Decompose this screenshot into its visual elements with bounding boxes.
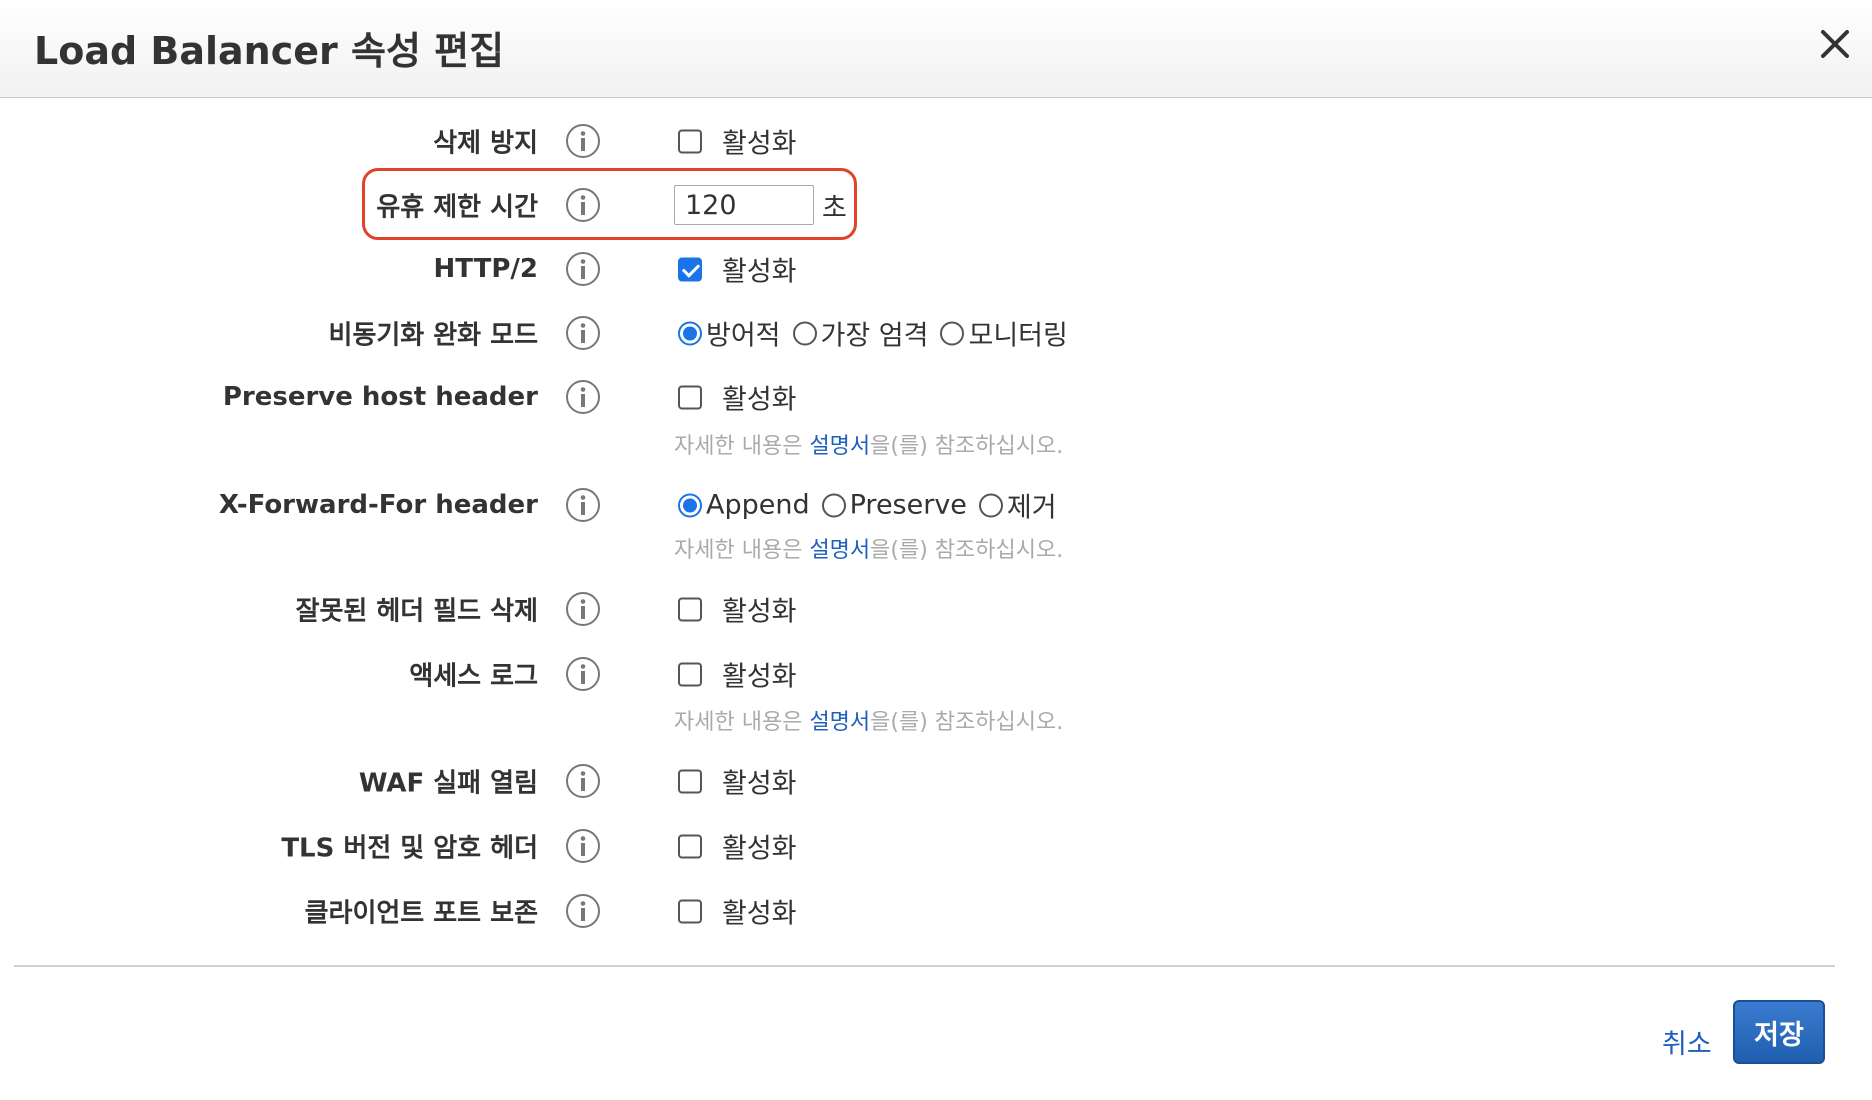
access-logs-checkbox[interactable] (678, 662, 702, 686)
idle-timeout-highlight (362, 168, 857, 240)
deletion-protection-label: 삭제 방지 (433, 128, 538, 159)
info-icon[interactable] (565, 123, 601, 159)
client-port-label: 클라이언트 포트 보존 (304, 898, 538, 929)
access-logs-hint: 자세한 내용은 설명서을(를) 참조하십시오. (674, 704, 1063, 736)
http2-checkbox[interactable] (678, 257, 702, 281)
client-port-checkbox[interactable] (678, 899, 702, 923)
radio-button[interactable] (792, 321, 817, 345)
radio-label: 모니터링 (968, 320, 1068, 352)
preserve-host-header-row: Preserve host header 활성화 (0, 372, 1872, 422)
client-port-control: 활성화 (678, 892, 797, 931)
waf-fail-open-checkbox[interactable] (678, 769, 702, 793)
radio-button[interactable] (678, 321, 702, 345)
access-logs-row: 액세스 로그 활성화 (0, 649, 1872, 699)
info-icon[interactable] (565, 763, 601, 799)
http2-option: 활성화 (722, 256, 797, 288)
radio-label: 제거 (1006, 492, 1057, 524)
info-icon[interactable] (565, 656, 601, 692)
desync-option-monitor[interactable]: 모니터링 (940, 314, 1068, 353)
xff-option-preserve[interactable]: Preserve (821, 489, 967, 521)
http2-control: 활성화 (678, 250, 797, 289)
dialog-header: Load Balancer 속성 편집 (0, 0, 1872, 98)
tls-headers-row: TLS 버전 및 암호 헤더 활성화 (0, 821, 1872, 871)
drop-invalid-headers-label: 잘못된 헤더 필드 삭제 (295, 596, 538, 627)
info-icon[interactable] (565, 893, 601, 929)
radio-label: Preserve (849, 489, 967, 521)
xff-header-hint: 자세한 내용은 설명서을(를) 참조하십시오. (674, 532, 1063, 564)
access-logs-control: 활성화 (678, 655, 797, 694)
desync-mitigation-label: 비동기화 완화 모드 (328, 320, 538, 351)
desync-option-strictest[interactable]: 가장 엄격 (792, 314, 929, 353)
idle-timeout-row: 유휴 제한 시간 초 (0, 180, 1872, 230)
cancel-button[interactable]: 취소 (1662, 1022, 1712, 1061)
desync-option-defensive[interactable]: 방어적 (678, 314, 781, 353)
radio-button[interactable] (821, 493, 846, 517)
tls-headers-option: 활성화 (722, 833, 797, 865)
tls-headers-label: TLS 버전 및 암호 헤더 (281, 833, 538, 864)
info-icon[interactable] (565, 828, 601, 864)
waf-fail-open-option: 활성화 (722, 768, 797, 800)
deletion-protection-option: 활성화 (722, 128, 797, 160)
deletion-protection-control: 활성화 (678, 122, 797, 161)
xff-header-control: Append Preserve 제거 (678, 486, 1069, 525)
desync-mitigation-row: 비동기화 완화 모드 방어적 가장 엄격 모니터링 (0, 308, 1872, 358)
hint-suffix: 을(를) 참조하십시오. (870, 538, 1064, 563)
docs-link[interactable]: 설명서 (809, 710, 870, 735)
http2-row: HTTP/2 활성화 (0, 244, 1872, 294)
docs-link[interactable]: 설명서 (809, 538, 870, 563)
drop-invalid-headers-control: 활성화 (678, 590, 797, 629)
preserve-host-header-option: 활성화 (722, 384, 797, 416)
xff-header-row: X-Forward-For header Append Preserve 제거 (0, 480, 1872, 530)
deletion-protection-row: 삭제 방지 활성화 (0, 116, 1872, 166)
preserve-host-header-label: Preserve host header (222, 382, 538, 412)
radio-button[interactable] (978, 493, 1003, 517)
info-icon[interactable] (565, 591, 601, 627)
radio-label: 가장 엄격 (820, 320, 929, 352)
radio-label: 방어적 (706, 320, 781, 352)
hint-suffix: 을(를) 참조하십시오. (870, 710, 1064, 735)
tls-headers-checkbox[interactable] (678, 834, 702, 858)
tls-headers-control: 활성화 (678, 827, 797, 866)
waf-fail-open-label: WAF 실패 열림 (358, 768, 538, 799)
dialog-title: Load Balancer 속성 편집 (34, 29, 505, 73)
footer-divider (14, 965, 1835, 967)
info-icon[interactable] (565, 315, 601, 351)
info-icon[interactable] (565, 487, 601, 523)
access-logs-option: 활성화 (722, 661, 797, 693)
info-icon[interactable] (565, 251, 601, 287)
radio-button[interactable] (940, 321, 965, 345)
xff-option-append[interactable]: Append (678, 490, 810, 521)
radio-button[interactable] (678, 493, 702, 517)
client-port-row: 클라이언트 포트 보존 활성화 (0, 886, 1872, 936)
hint-prefix: 자세한 내용은 (674, 710, 803, 735)
drop-invalid-headers-option: 활성화 (722, 596, 797, 628)
preserve-host-header-control: 활성화 (678, 378, 797, 417)
xff-option-remove[interactable]: 제거 (978, 486, 1057, 525)
preserve-host-header-checkbox[interactable] (678, 385, 702, 409)
desync-mitigation-control: 방어적 가장 엄격 모니터링 (678, 314, 1080, 353)
docs-link[interactable]: 설명서 (809, 434, 870, 459)
preserve-host-header-hint: 자세한 내용은 설명서을(를) 참조하십시오. (674, 428, 1063, 460)
xff-header-label: X-Forward-For header (218, 490, 538, 520)
drop-invalid-headers-checkbox[interactable] (678, 597, 702, 621)
hint-prefix: 자세한 내용은 (674, 434, 803, 459)
http2-label: HTTP/2 (433, 254, 538, 284)
access-logs-label: 액세스 로그 (409, 661, 538, 692)
hint-suffix: 을(를) 참조하십시오. (870, 434, 1064, 459)
drop-invalid-headers-row: 잘못된 헤더 필드 삭제 활성화 (0, 584, 1872, 634)
save-button[interactable]: 저장 (1733, 1000, 1825, 1064)
radio-label: Append (706, 489, 810, 521)
info-icon[interactable] (565, 379, 601, 415)
client-port-option: 활성화 (722, 898, 797, 930)
deletion-protection-checkbox[interactable] (678, 129, 702, 153)
hint-prefix: 자세한 내용은 (674, 538, 803, 563)
waf-fail-open-row: WAF 실패 열림 활성화 (0, 756, 1872, 806)
close-icon[interactable] (1815, 24, 1855, 64)
waf-fail-open-control: 활성화 (678, 762, 797, 801)
